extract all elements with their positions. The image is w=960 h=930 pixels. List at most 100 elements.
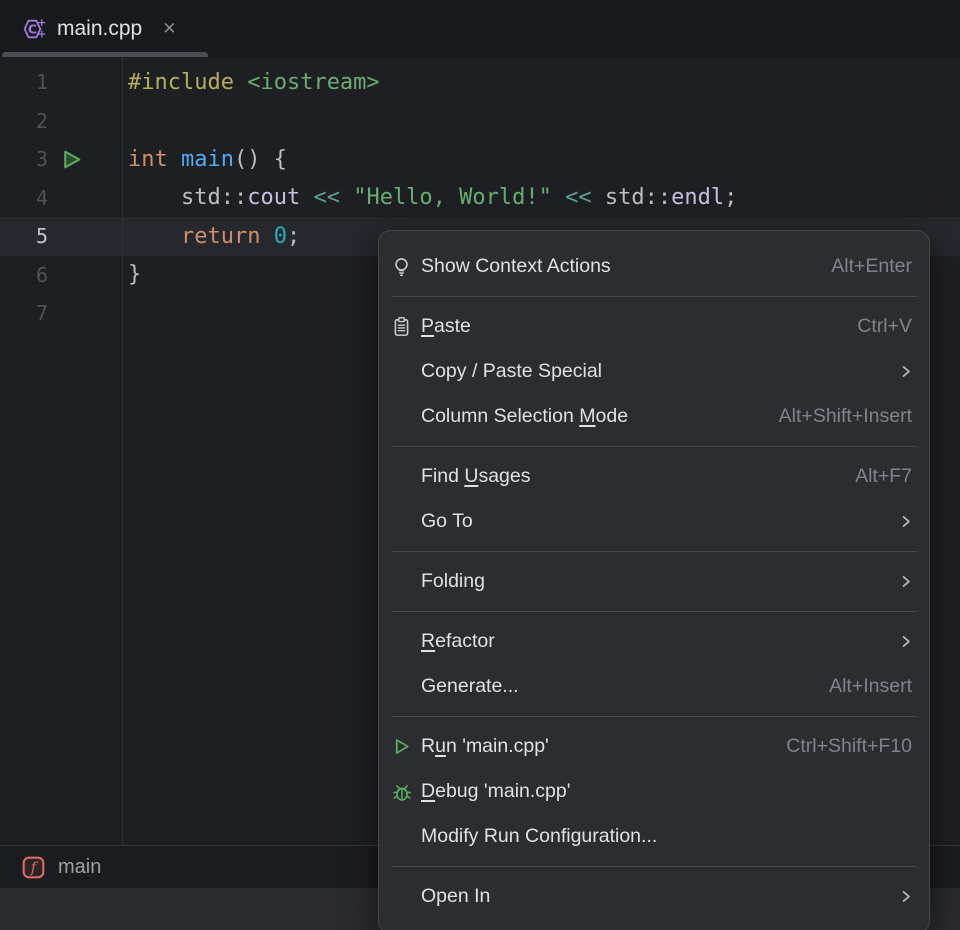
menu-item-shortcut: Alt+Shift+Insert bbox=[779, 405, 912, 428]
label-text: R bbox=[421, 735, 435, 757]
label-text: ebug 'main.cpp' bbox=[435, 780, 570, 802]
label-text: Show Context Actions bbox=[421, 255, 611, 277]
menu-separator bbox=[392, 866, 917, 867]
menu-item-end: Ctrl+Shift+F10 bbox=[786, 735, 912, 758]
menu-item-shortcut: Alt+F7 bbox=[855, 465, 912, 488]
label-mnemonic: D bbox=[421, 780, 435, 802]
label-mnemonic: M bbox=[579, 405, 595, 427]
menu-item-paste[interactable]: Paste Ctrl+V bbox=[379, 304, 929, 349]
code-text: return 0; bbox=[122, 224, 300, 249]
cpp-file-icon: C + + bbox=[22, 17, 46, 41]
menu-item-refactor[interactable]: Refactor bbox=[379, 619, 929, 664]
menu-item-label: Refactor bbox=[421, 630, 495, 653]
line-number: 7 bbox=[0, 301, 48, 325]
menu-item-label: Modify Run Configuration... bbox=[421, 825, 657, 848]
menu-item-end bbox=[899, 890, 912, 903]
tab-title: main.cpp bbox=[57, 17, 142, 41]
menu-item-modify-run-configuration[interactable]: Modify Run Configuration... bbox=[379, 814, 929, 859]
code-text: } bbox=[122, 262, 141, 287]
label-text: Go To bbox=[421, 510, 473, 532]
svg-text:+: + bbox=[37, 27, 46, 40]
menu-separator bbox=[392, 611, 917, 612]
code-line-2[interactable]: 2 bbox=[0, 102, 960, 141]
menu-item-label: Copy / Paste Special bbox=[421, 360, 602, 383]
code-line-4[interactable]: 4 std::cout << "Hello, World!" << std::e… bbox=[0, 179, 960, 218]
token-plain bbox=[128, 224, 181, 249]
menu-item-end: Alt+F7 bbox=[855, 465, 912, 488]
token-plain bbox=[260, 224, 273, 249]
token-plain: ; bbox=[724, 185, 737, 210]
code-text: int main() { bbox=[122, 147, 287, 172]
menu-item-debug-main-cpp[interactable]: Debug 'main.cpp' bbox=[379, 769, 929, 814]
menu-item-end: Alt+Shift+Insert bbox=[779, 405, 912, 428]
menu-item-label: Folding bbox=[421, 570, 485, 593]
token-function: main bbox=[181, 147, 234, 172]
code-text: #include <iostream> bbox=[122, 70, 380, 95]
editor-tab-bar: C + + main.cpp ✕ bbox=[0, 0, 960, 57]
menu-item-copy-paste-special[interactable]: Copy / Paste Special bbox=[379, 349, 929, 394]
menu-item-end: Alt+Insert bbox=[829, 675, 912, 698]
token-plain bbox=[168, 147, 181, 172]
token-plain bbox=[340, 185, 353, 210]
label-text: Find bbox=[421, 465, 464, 487]
label-text: sages bbox=[478, 465, 530, 487]
menu-item-column-selection-mode[interactable]: Column Selection Mode Alt+Shift+Insert bbox=[379, 394, 929, 439]
menu-item-label: Open In bbox=[421, 885, 490, 908]
chevron-right-icon bbox=[899, 515, 912, 528]
label-text: ode bbox=[596, 405, 629, 427]
token-plain: std:: bbox=[128, 185, 247, 210]
token-plain bbox=[552, 185, 565, 210]
menu-item-label: Column Selection Mode bbox=[421, 405, 628, 428]
line-number: 2 bbox=[0, 109, 48, 133]
code-line-1[interactable]: 1 #include <iostream> bbox=[0, 63, 960, 102]
menu-item-open-in[interactable]: Open In bbox=[379, 874, 929, 919]
run-icon bbox=[391, 736, 421, 757]
label-text: Generate... bbox=[421, 675, 519, 697]
gutter-separator bbox=[122, 57, 123, 845]
label-mnemonic: R bbox=[421, 630, 435, 652]
menu-item-find-usages[interactable]: Find UsagesAlt+F7 bbox=[379, 454, 929, 499]
token-plain: ; bbox=[287, 224, 300, 249]
menu-item-shortcut: Ctrl+Shift+F10 bbox=[786, 735, 912, 758]
chevron-right-icon bbox=[899, 635, 912, 648]
line-number: 6 bbox=[0, 263, 48, 287]
label-mnemonic: u bbox=[435, 735, 446, 757]
breadcrumb-main[interactable]: f main bbox=[22, 856, 101, 879]
menu-item-end: Ctrl+V bbox=[857, 315, 912, 338]
label-text: Open In bbox=[421, 885, 490, 907]
code-text: std::cout << "Hello, World!" << std::end… bbox=[122, 185, 737, 210]
token-variable: endl bbox=[671, 185, 724, 210]
chevron-right-icon bbox=[899, 365, 912, 378]
tab-close-icon[interactable]: ✕ bbox=[162, 20, 176, 37]
token-directive: #include bbox=[128, 70, 247, 95]
code-line-3[interactable]: 3 int main() { bbox=[0, 140, 960, 179]
line-number: 1 bbox=[0, 70, 48, 94]
token-variable: cout bbox=[247, 185, 300, 210]
token-keyword: int bbox=[128, 147, 168, 172]
menu-item-end bbox=[899, 575, 912, 588]
menu-item-go-to[interactable]: Go To bbox=[379, 499, 929, 544]
breadcrumb-label: main bbox=[58, 856, 101, 879]
menu-item-shortcut: Alt+Enter bbox=[831, 255, 912, 278]
menu-item-end bbox=[899, 365, 912, 378]
token-operator: << bbox=[565, 185, 592, 210]
label-mnemonic: P bbox=[421, 315, 434, 337]
chevron-right-icon bbox=[899, 575, 912, 588]
menu-item-show-context-actions[interactable]: Show Context Actions Alt+Enter bbox=[379, 244, 929, 289]
editor-context-menu: Show Context Actions Alt+Enter Paste Ctrl+… bbox=[378, 230, 930, 930]
menu-item-label: Run 'main.cpp' bbox=[421, 735, 549, 758]
menu-item-run-main-cpp[interactable]: Run 'main.cpp' Ctrl+Shift+F10 bbox=[379, 724, 929, 769]
menu-separator bbox=[392, 551, 917, 552]
label-text: Folding bbox=[421, 570, 485, 592]
menu-item-shortcut: Ctrl+V bbox=[857, 315, 912, 338]
menu-item-generate[interactable]: Generate... Alt+Insert bbox=[379, 664, 929, 709]
label-text: aste bbox=[434, 315, 471, 337]
debug-icon bbox=[391, 781, 421, 803]
menu-item-folding[interactable]: Folding bbox=[379, 559, 929, 604]
token-number: 0 bbox=[274, 224, 287, 249]
line-number: 3 bbox=[0, 147, 48, 171]
menu-item-end: Alt+Enter bbox=[831, 255, 912, 278]
tab-main-cpp[interactable]: C + + main.cpp ✕ bbox=[0, 0, 208, 57]
gutter-run-icon[interactable] bbox=[48, 147, 122, 172]
label-text: n 'main.cpp' bbox=[446, 735, 549, 757]
